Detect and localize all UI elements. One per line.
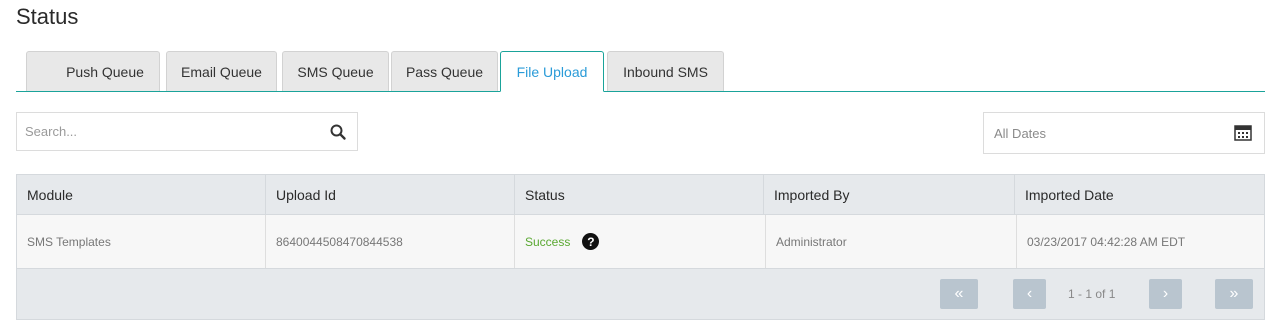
cell-imported-by: Administrator bbox=[766, 215, 1017, 268]
last-page-button[interactable]: » bbox=[1215, 279, 1253, 309]
next-page-button[interactable]: › bbox=[1149, 279, 1182, 309]
tab-label: File Upload bbox=[516, 63, 588, 80]
grid-header: Module Upload Id Status Imported By Impo… bbox=[17, 175, 1264, 215]
tab-pass-queue[interactable]: Pass Queue bbox=[391, 51, 498, 91]
upload-grid: Module Upload Id Status Imported By Impo… bbox=[16, 174, 1265, 320]
cell-imported-date: 03/23/2017 04:42:28 AM EDT bbox=[1027, 234, 1186, 249]
tab-label: Email Queue bbox=[181, 63, 262, 80]
date-filter[interactable]: All Dates bbox=[983, 112, 1265, 154]
cell-status: Success ? bbox=[515, 215, 766, 268]
page-info: 1 - 1 of 1 bbox=[1068, 287, 1116, 301]
tab-label: Inbound SMS bbox=[623, 63, 708, 80]
page-title: Status bbox=[16, 4, 79, 29]
column-header-imported-date[interactable]: Imported Date bbox=[1015, 175, 1264, 215]
tab-inbound-sms[interactable]: Inbound SMS bbox=[607, 51, 724, 91]
column-header-upload-id[interactable]: Upload Id bbox=[266, 175, 515, 215]
cell-module: SMS Templates bbox=[17, 215, 266, 268]
table-row[interactable]: SMS Templates 8640044508470844538 Succes… bbox=[17, 215, 1264, 269]
search-icon[interactable] bbox=[329, 123, 347, 141]
calendar-icon[interactable] bbox=[1234, 124, 1252, 142]
tab-sms-queue[interactable]: SMS Queue bbox=[282, 51, 389, 91]
search-box bbox=[16, 112, 358, 151]
tab-label: Pass Queue bbox=[405, 63, 484, 80]
help-icon[interactable]: ? bbox=[582, 233, 600, 250]
tab-email-queue[interactable]: Email Queue bbox=[166, 51, 277, 91]
column-header-imported-by[interactable]: Imported By bbox=[764, 175, 1015, 215]
date-filter-label: All Dates bbox=[994, 126, 1047, 141]
tab-label: Push Queue bbox=[66, 63, 144, 80]
tab-label: SMS Queue bbox=[297, 63, 374, 80]
first-page-button[interactable]: « bbox=[940, 279, 978, 309]
search-input[interactable] bbox=[17, 113, 317, 150]
tab-push-queue[interactable]: Push Queue bbox=[26, 51, 160, 91]
cell-upload-id: 8640044508470844538 bbox=[266, 215, 515, 268]
pagination: « ‹ 1 - 1 of 1 › » bbox=[17, 270, 1264, 320]
prev-page-button[interactable]: ‹ bbox=[1013, 279, 1046, 309]
tab-bar: Push Queue Email Queue SMS Queue Pass Qu… bbox=[16, 51, 1265, 92]
tab-file-upload[interactable]: File Upload bbox=[500, 51, 604, 92]
column-header-module[interactable]: Module bbox=[17, 175, 266, 215]
status-text: Success bbox=[525, 234, 571, 249]
column-header-status[interactable]: Status bbox=[515, 175, 764, 215]
